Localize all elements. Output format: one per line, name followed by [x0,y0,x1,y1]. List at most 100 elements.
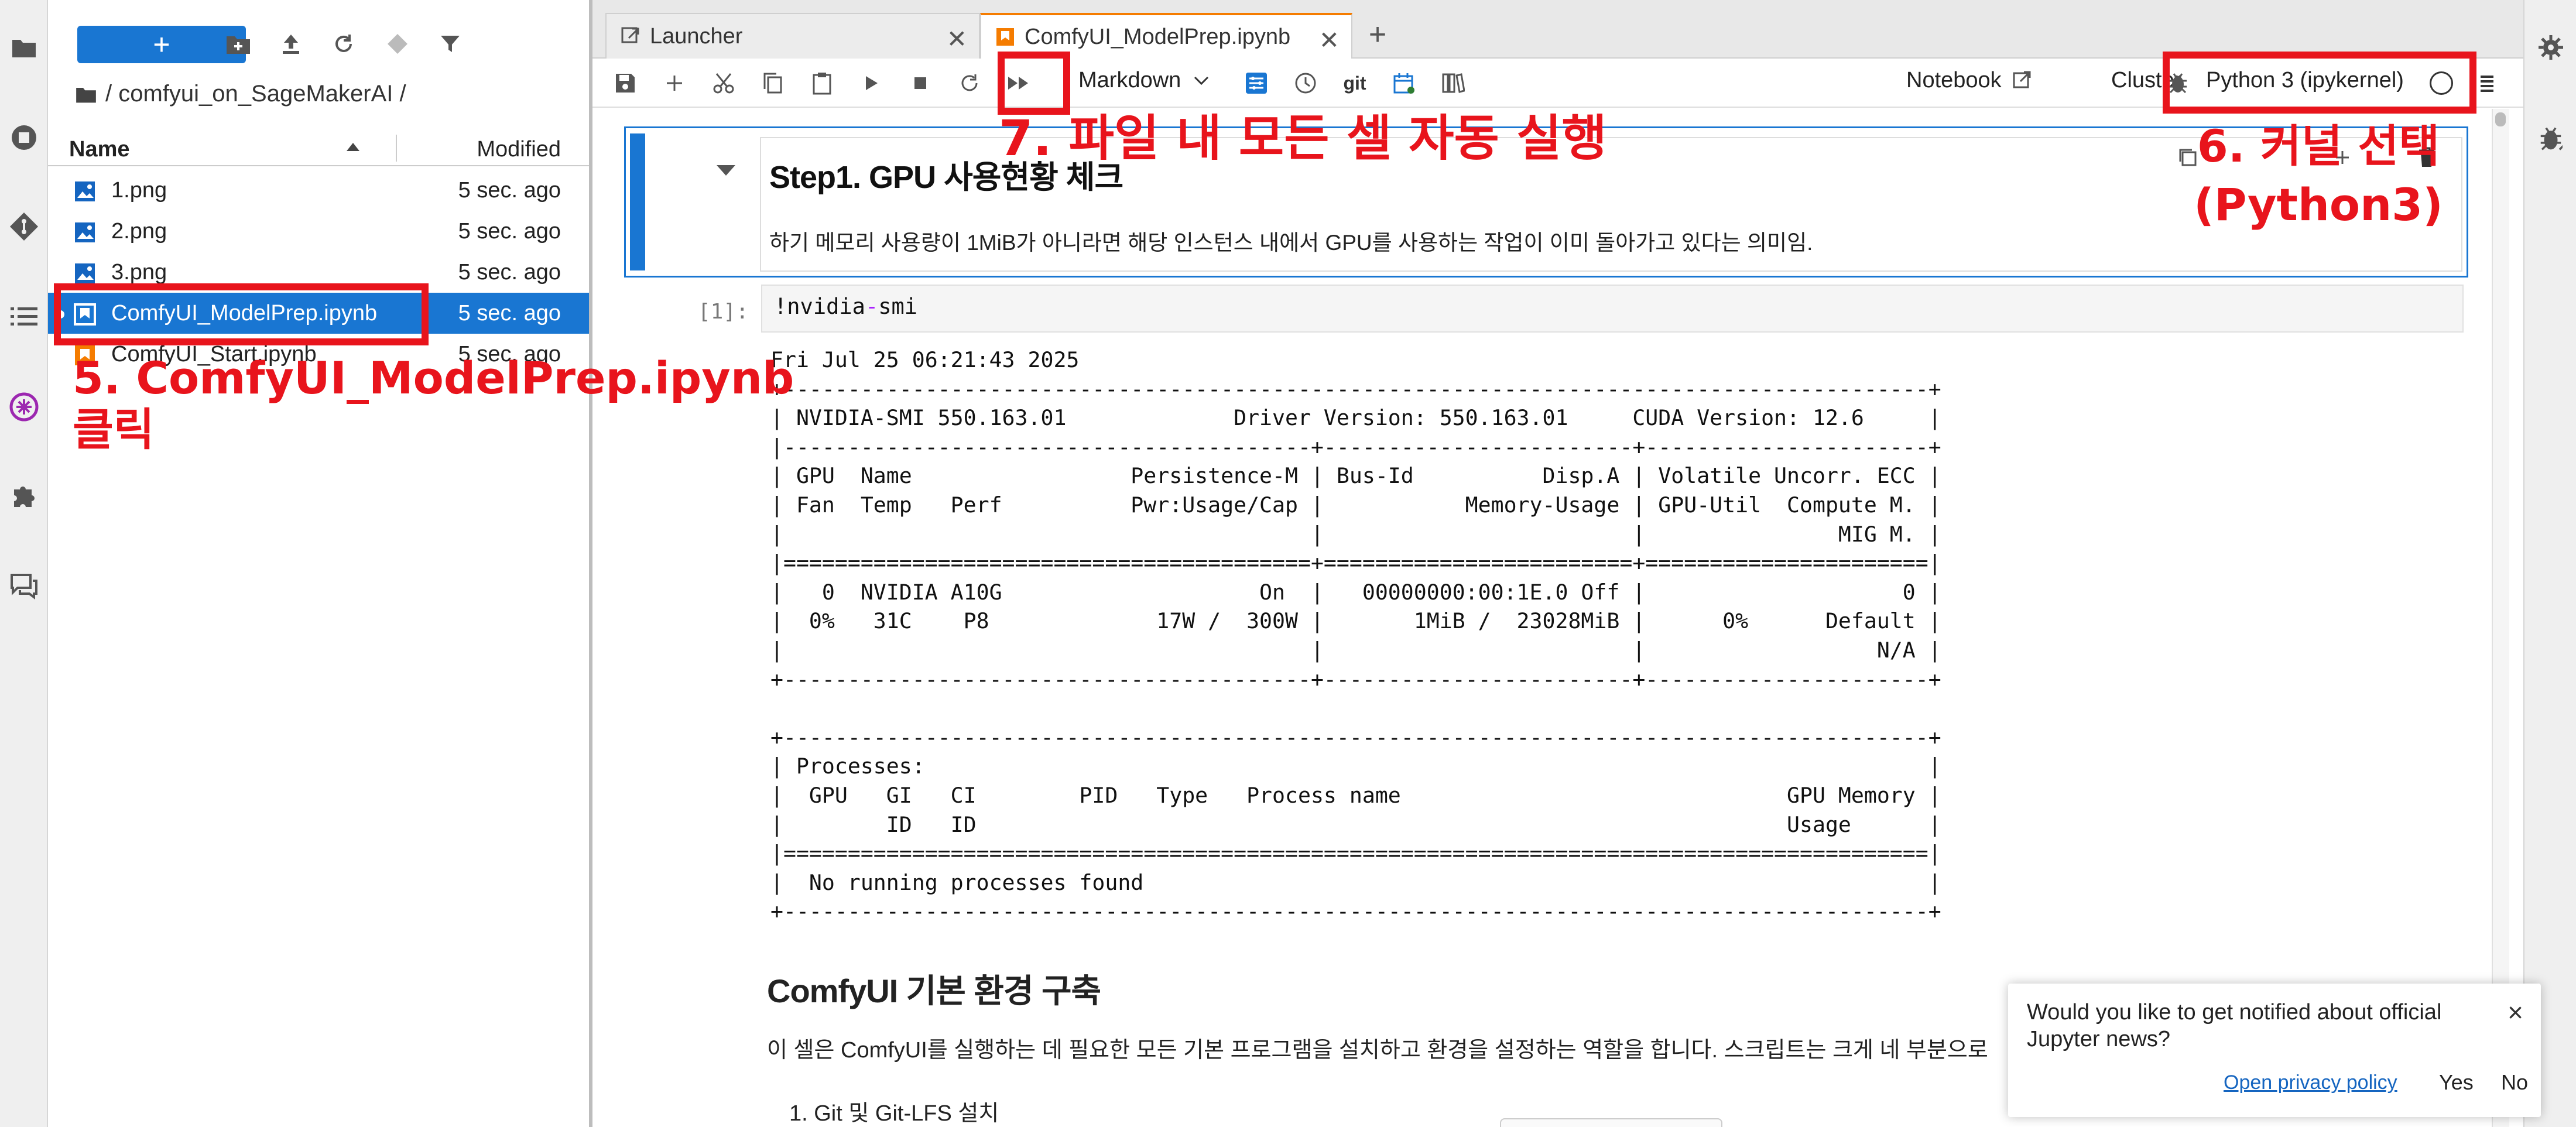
clock-icon[interactable] [1289,67,1322,100]
output-line: |=======================================… [770,841,1941,866]
collapser-bar[interactable] [630,133,645,270]
cell-type-select[interactable]: Markdown [1078,68,1209,93]
restart-kernel-icon[interactable] [953,67,986,100]
output-line: +---------------------------------------… [770,899,1941,924]
git-button[interactable]: git [1338,67,1371,100]
output-line: | 0 NVIDIA A10G On | 00000000:00:1E.0 Of… [770,579,1941,605]
insert-cell-icon[interactable] [658,67,691,100]
file-row[interactable]: 2.png 5 sec. ago [48,211,589,252]
chevron-down-icon [1194,76,1209,85]
image-file-icon [75,263,95,283]
file-name: 1.png [111,178,167,203]
close-icon[interactable]: ✕ [947,25,967,53]
output-line: | Processes: | [770,753,1941,779]
new-folder-icon[interactable] [224,29,253,59]
column-divider[interactable] [396,135,397,162]
no-button[interactable]: No [2491,1066,2539,1099]
tab-label: Launcher [650,23,743,49]
output-line: +---------------------------------------… [770,724,1941,750]
folder-icon [76,87,96,102]
file-browser-toolbar: + [48,23,589,64]
library-icon[interactable] [1437,67,1469,100]
notebook-icon [996,28,1014,46]
external-link-icon [2013,71,2031,88]
sort-ascending-icon[interactable] [347,143,359,151]
copy-icon[interactable] [756,67,789,100]
refresh-icon[interactable] [329,29,358,59]
notebook-view-link[interactable]: Notebook [1906,68,2032,93]
output-line: +---------------------------------------… [770,376,1941,402]
collapse-heading-icon[interactable] [717,165,735,176]
save-icon[interactable] [609,67,642,100]
output-line: +---------------------------------------… [770,666,1941,692]
notebook-label: Notebook [1906,68,2002,93]
chat-icon[interactable] [5,567,43,605]
file-modified: 5 sec. ago [458,219,561,244]
upload-icon[interactable] [276,29,306,59]
privacy-policy-link[interactable]: Open privacy policy [2224,1071,2397,1094]
annotation-step7: 7. 파일 내 모든 셀 자동 실행 [999,109,1607,167]
launcher-icon [621,27,639,43]
property-inspector-icon[interactable] [1240,67,1273,100]
output-line: | | | MIG M. | [770,521,1941,547]
filter-icon[interactable] [436,29,465,59]
annotation-box-step7 [998,52,1070,115]
stop-kernel-icon[interactable] [904,67,937,100]
output-line: Fri Jul 25 06:21:43 2025 [770,347,1080,372]
new-launcher-button[interactable]: + [77,26,246,63]
tab-launcher[interactable]: Launcher ✕ [605,13,980,59]
md-heading: ComfyUI 기본 환경 구축 [767,972,1101,1009]
output-line: | ID ID Usage | [770,811,1941,837]
annotation-step5: 5. ComfyUI_ModelPrep.ipynb 클릭 [73,352,794,455]
tab-label: ComfyUI_ModelPrep.ipynb [1025,24,1291,49]
column-modified[interactable]: Modified [477,137,561,162]
file-list-header: Name Modified [48,130,589,166]
close-icon[interactable]: × [2508,996,2523,1028]
folder-icon[interactable] [5,28,43,67]
annotation-step6: 6. 커널 선택 (Python3) [2154,117,2482,234]
file-modified: 5 sec. ago [458,301,561,326]
notebook-content: Step1. GPU 사용현황 체크 하기 메모리 사용량이 1MiB가 아니라… [592,109,2501,1127]
table-of-contents-icon[interactable] [5,297,43,336]
status-handle[interactable] [1500,1118,1722,1127]
breadcrumb[interactable]: / comfyui_on_SageMakerAI / [75,81,406,107]
column-name[interactable]: Name [69,137,130,162]
scrollbar-thumb[interactable] [2495,112,2506,126]
paste-icon[interactable] [806,67,838,100]
tab-bar: Launcher ✕ ComfyUI_ModelPrep.ipynb ✕ + [592,0,2523,59]
file-row[interactable]: 1.png 5 sec. ago [48,170,589,211]
md-list-item: 1. Git 및 Git-LFS 설치 [789,1101,999,1126]
extensions-icon[interactable] [5,477,43,515]
annotation-box-step6 [2163,52,2476,114]
yes-button[interactable]: Yes [2428,1066,2484,1099]
file-name: 3.png [111,260,167,285]
output-line: | NVIDIA-SMI 550.163.01 Driver Version: … [770,405,1941,431]
running-terminals-icon[interactable] [5,118,43,157]
output-line: |=======================================… [770,550,1941,576]
file-name: 2.png [111,219,167,244]
file-modified: 5 sec. ago [458,260,561,285]
md-paragraph: 이 셀은 ComfyUI를 실행하는 데 필요한 모든 기본 프로그램을 설치하… [767,1038,1988,1063]
git-icon[interactable] [5,207,43,246]
output-line: | GPU Name Persistence-M | Bus-Id Disp.A… [770,463,1941,489]
schedule-icon[interactable] [1388,67,1420,100]
output-line: | No running processes found | [770,869,1941,895]
settings-gear-icon[interactable] [2532,28,2570,67]
debugger-icon[interactable] [2532,119,2570,158]
image-file-icon [75,181,95,201]
run-cell-icon[interactable] [855,67,888,100]
annotation-box-step5 [54,283,429,345]
scrollbar[interactable] [2492,109,2509,1127]
output-line: | 0% 31C P8 17W / 300W | 1MiB / 23028MiB… [770,608,1941,634]
ai-assistant-icon[interactable] [5,388,43,426]
git-clone-icon[interactable] [383,29,412,59]
md-paragraph: 하기 메모리 사용량이 1MiB가 아니라면 해당 인스턴스 내에서 GPU를 … [769,231,1813,255]
annotation-text: (Python3) [2194,179,2443,231]
code-cell-input[interactable]: !nvidia-smi [761,285,2464,333]
cell-type-value: Markdown [1078,68,1181,93]
cut-icon[interactable] [707,67,740,100]
toast-message: Would you like to get notified about off… [2027,1000,2442,1051]
code-text: !nvidia [774,294,865,319]
add-tab-button[interactable]: + [1357,14,1398,55]
close-icon[interactable]: ✕ [1319,26,1340,54]
